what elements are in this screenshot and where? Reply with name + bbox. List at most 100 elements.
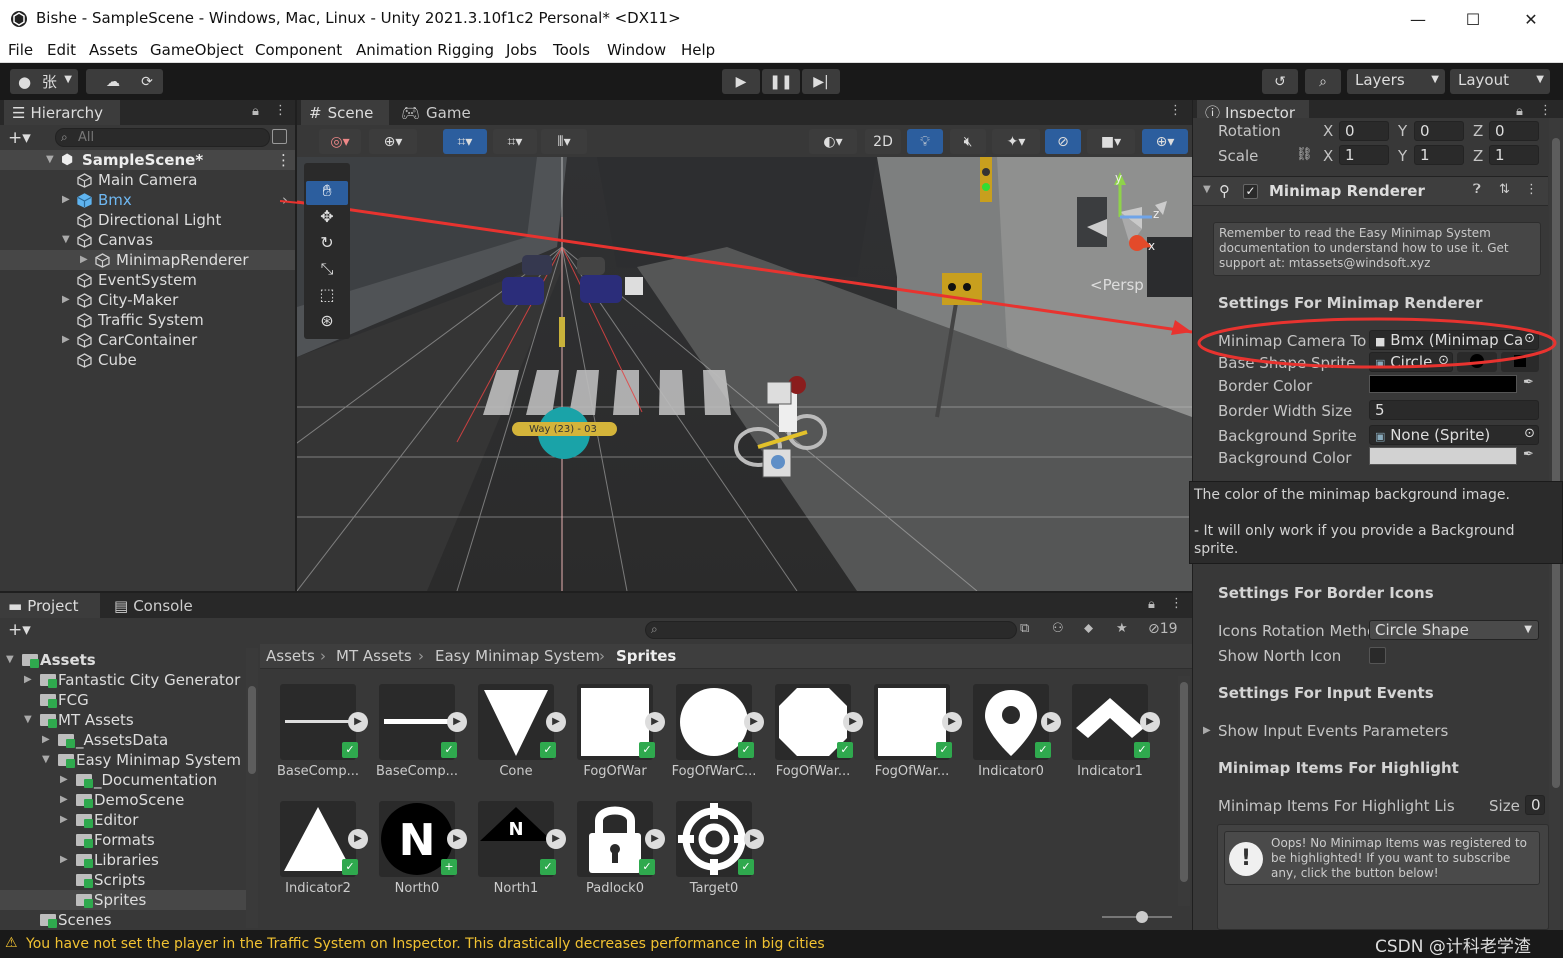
menu-file[interactable]: File <box>8 41 33 59</box>
more-menu-icon[interactable]: ⋮ <box>1525 182 1538 197</box>
asset-scrollbar[interactable] <box>1178 676 1190 906</box>
fold-right-icon[interactable]: ▶ <box>60 774 68 785</box>
minimize-button[interactable]: — <box>1395 5 1441 33</box>
show-north-icon-checkbox[interactable] <box>1369 647 1386 664</box>
asset-sprite-fogofwarc[interactable]: ▶ ✓ FogOfWarC... <box>666 684 764 796</box>
fold-right-icon[interactable]: ▶ <box>1203 725 1211 736</box>
project-folder-fantastic-city-generator[interactable]: ▶ Fantastic City Generator <box>0 670 246 690</box>
move-tool-button[interactable]: ✥ <box>306 207 348 231</box>
search-by-type-icon[interactable]: ⧉ <box>1020 621 1029 636</box>
effects-dropdown[interactable]: ✦▾ <box>992 129 1040 154</box>
fold-right-icon[interactable]: ▶ <box>62 294 70 305</box>
asset-sprite-indicator0[interactable]: ▶ ✓ Indicator0 <box>963 684 1061 796</box>
tab-scene[interactable]: # Scene <box>301 100 389 125</box>
menu-help[interactable]: Help <box>681 41 715 59</box>
expand-subassets-icon[interactable]: ▶ <box>645 829 665 849</box>
rotation-y-field[interactable]: 0 <box>1414 121 1464 141</box>
audio-toggle[interactable]: 🔇︎ <box>950 129 986 154</box>
scale-x-field[interactable]: 1 <box>1339 145 1389 165</box>
asset-sprite-fogofwar[interactable]: ▶ ✓ FogOfWar... <box>864 684 962 796</box>
tab-console[interactable]: ▤ Console <box>106 593 206 618</box>
asset-sprite-north1[interactable]: N ▶ ✓ North1 <box>468 801 566 913</box>
pause-button[interactable]: ❚❚ <box>762 69 800 94</box>
menu-tools[interactable]: Tools <box>553 41 590 59</box>
fold-right-icon[interactable]: ▶ <box>62 194 70 205</box>
lock-icon[interactable]: 🔒︎ <box>1148 597 1155 612</box>
component-header[interactable]: ▼ ⚲ ✓ Minimap Renderer ❓︎ ⇅ ⋮ <box>1193 176 1548 206</box>
history-button[interactable]: ↺ <box>1262 69 1298 94</box>
status-message[interactable]: You have not set the player in the Traff… <box>26 936 825 952</box>
fold-right-icon[interactable]: ▶ <box>60 794 68 805</box>
layout-dropdown[interactable]: Layout ▼ <box>1450 69 1550 94</box>
object-picker-icon[interactable]: ⊙ <box>1524 426 1535 441</box>
project-folder-scripts[interactable]: Scripts <box>0 870 246 890</box>
scale-y-field[interactable]: 1 <box>1414 145 1464 165</box>
menu-animation-rigging[interactable]: Animation Rigging <box>356 41 494 59</box>
rotation-z-field[interactable]: 0 <box>1489 121 1539 141</box>
tab-game[interactable]: 🎮︎ Game <box>393 100 473 125</box>
asset-sprite-indicator2[interactable]: ▶ ✓ Indicator2 <box>270 801 368 913</box>
rotation-x-field[interactable]: 0 <box>1339 121 1389 141</box>
menu-assets[interactable]: Assets <box>89 41 138 59</box>
fold-down-icon[interactable]: ▼ <box>62 234 70 245</box>
tree-scrollbar[interactable] <box>246 648 258 928</box>
draw-mode-dropdown[interactable]: ◎▾ <box>319 129 361 154</box>
shading-dropdown[interactable]: ◐▾ <box>809 129 857 154</box>
scrollbar-thumb[interactable] <box>1552 138 1560 788</box>
expand-subassets-icon[interactable]: ▶ <box>1041 712 1061 732</box>
asset-sprite-fogofwar[interactable]: ▶ ✓ FogOfWar <box>567 684 665 796</box>
search-button[interactable]: ⌕ <box>1305 69 1341 94</box>
hierarchy-search-input[interactable]: ⌕ All <box>55 128 270 147</box>
lock-icon[interactable]: 🔒︎ <box>252 104 259 119</box>
add-button[interactable]: +▾ <box>8 128 31 148</box>
help-icon[interactable]: ❓︎ <box>1473 182 1481 197</box>
asset-sprite-padlock0[interactable]: ▶ ✓ Padlock0 <box>567 801 665 913</box>
border-color-swatch[interactable] <box>1369 375 1517 393</box>
fold-right-icon[interactable]: ▶ <box>80 254 88 265</box>
hidden-objects-toggle[interactable]: ⊘ <box>1045 129 1081 154</box>
status-bar[interactable]: ⚠ You have not set the player in the Tra… <box>0 930 1563 958</box>
asset-sprite-north0[interactable]: N ▶ + North0 <box>369 801 467 913</box>
fold-right-icon[interactable]: ▶ <box>62 334 70 345</box>
show-input-events-foldout[interactable]: Show Input Events Parameters <box>1218 722 1448 740</box>
expand-subassets-icon[interactable]: ▶ <box>744 712 764 732</box>
hierarchy-item-city-maker[interactable]: ▶ City-Maker <box>0 290 295 310</box>
rect-tool-button[interactable]: ⬚ <box>306 285 348 309</box>
hierarchy-item-eventsystem[interactable]: EventSystem <box>0 270 295 290</box>
asset-sprite-target0[interactable]: ▶ ✓ Target0 <box>666 801 764 913</box>
breadcrumb-easy-minimap[interactable]: Easy Minimap System <box>435 647 600 665</box>
scene-root-row[interactable]: ▼ ⬢ SampleScene* ⋮ <box>0 150 295 170</box>
expand-subassets-icon[interactable]: ▶ <box>348 712 368 732</box>
breadcrumb-sprites[interactable]: Sprites <box>616 647 676 665</box>
persp-label[interactable]: <Persp <box>1090 276 1144 294</box>
transform-tool-button[interactable]: ⊛ <box>306 311 348 335</box>
menu-window[interactable]: Window <box>607 41 666 59</box>
zoom-slider[interactable] <box>1102 911 1172 923</box>
menu-gameobject[interactable]: GameObject <box>150 41 244 59</box>
asset-sprite-basecomp[interactable]: ▶ ✓ BaseComp... <box>369 684 467 796</box>
global-dropdown[interactable]: ⊕▾ <box>369 129 417 154</box>
lighting-toggle[interactable]: 💡︎ <box>907 129 943 154</box>
expand-subassets-icon[interactable]: ▶ <box>942 712 962 732</box>
favorite-icon[interactable]: ★ <box>1116 621 1128 636</box>
project-folder-fcg[interactable]: FCG <box>0 690 246 710</box>
fold-down-icon[interactable]: ▼ <box>1203 184 1211 195</box>
grid-snap-toggle[interactable]: ⌗▾ <box>443 129 487 154</box>
fold-right-icon[interactable]: ▶ <box>42 734 50 745</box>
expand-subassets-icon[interactable]: ▶ <box>546 712 566 732</box>
project-folder-assetsdata[interactable]: ▶ _AssetsData <box>0 730 246 750</box>
grid-toggle[interactable]: ⌗▾ <box>493 129 537 154</box>
component-enabled-checkbox[interactable]: ✓ <box>1243 184 1258 199</box>
more-menu-icon[interactable]: ⋮ <box>274 103 287 118</box>
close-button[interactable]: ✕ <box>1508 5 1554 33</box>
hierarchy-item-canvas[interactable]: ▼ Canvas <box>0 230 295 250</box>
menu-edit[interactable]: Edit <box>47 41 76 59</box>
gizmos-dropdown[interactable]: ⊕▾ <box>1142 129 1188 154</box>
more-menu-icon[interactable]: ⋮ <box>1539 103 1552 118</box>
project-folder-documentation[interactable]: ▶ _Documentation <box>0 770 246 790</box>
expand-subassets-icon[interactable]: ▶ <box>843 712 863 732</box>
zoom-slider-thumb[interactable] <box>1136 911 1148 923</box>
increment-snap-toggle[interactable]: ⦀▾ <box>541 129 587 154</box>
fold-down-icon[interactable]: ▼ <box>42 754 50 765</box>
rotate-tool-button[interactable]: ↻ <box>306 233 348 257</box>
